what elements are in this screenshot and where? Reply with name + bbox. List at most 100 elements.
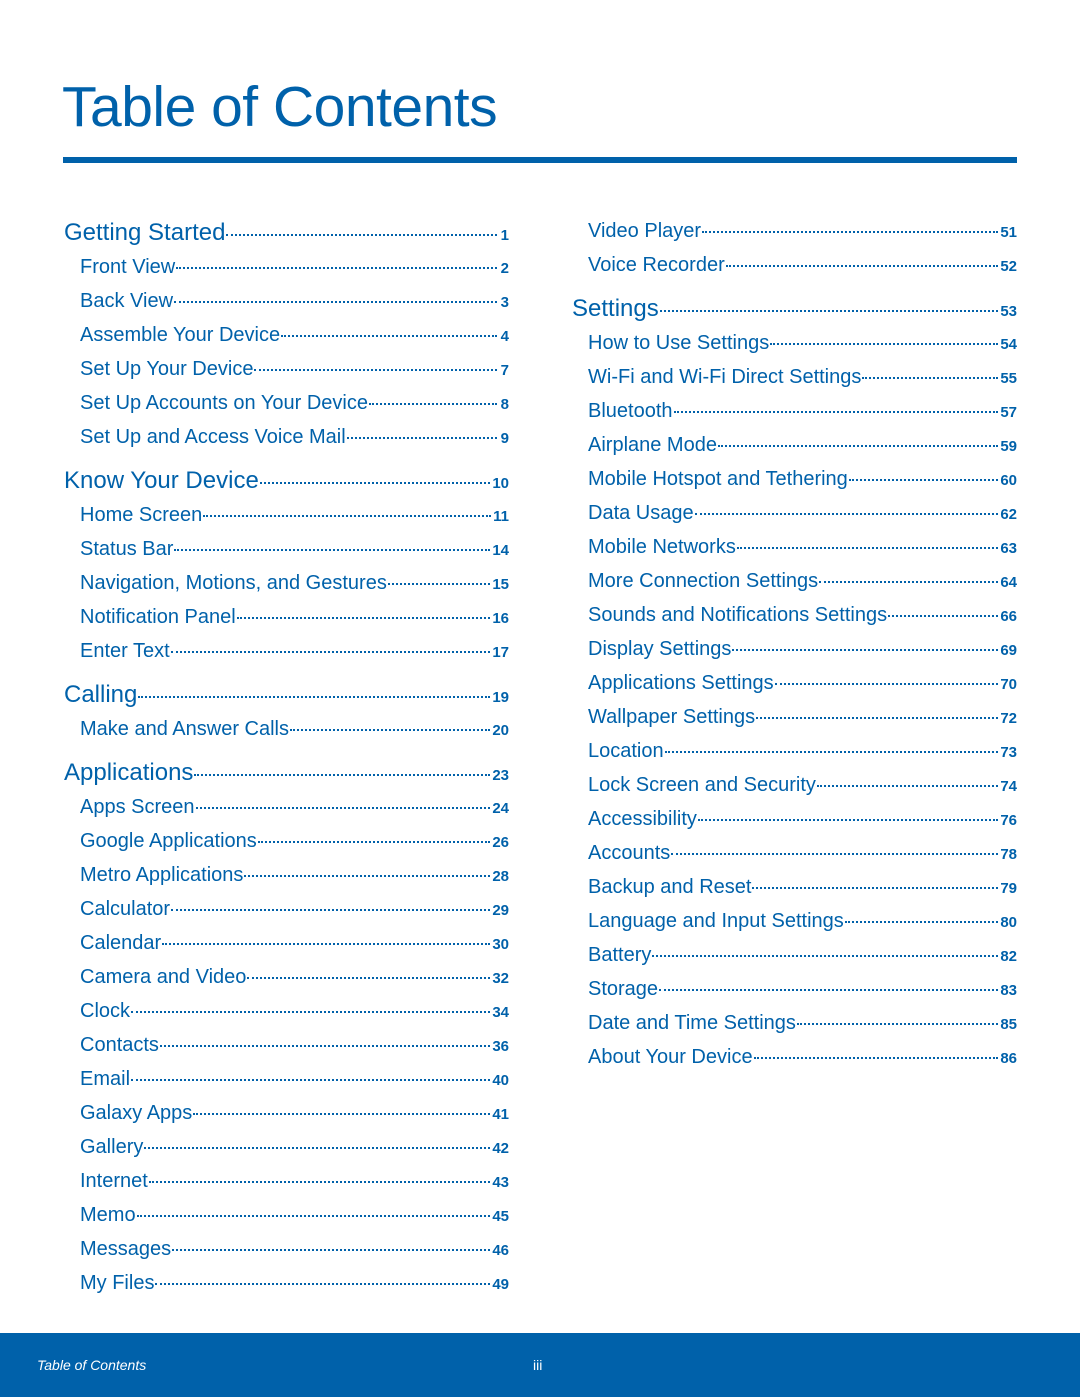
dot-leader xyxy=(195,807,491,809)
toc-entry[interactable]: Contacts 36 xyxy=(64,1028,509,1062)
dot-leader xyxy=(753,1057,999,1059)
toc-entry-label: Date and Time Settings xyxy=(588,1012,796,1034)
toc-entry-label: Home Screen xyxy=(80,504,203,526)
toc-section-entry[interactable]: Settings 53 xyxy=(572,291,1017,326)
toc-entry-label: Accounts xyxy=(588,842,671,864)
toc-entry[interactable]: Mobile Hotspot and Tethering 60 xyxy=(572,462,1017,496)
toc-entry[interactable]: Location 73 xyxy=(572,734,1017,768)
dot-leader xyxy=(172,1249,491,1251)
toc-entry-label: Memo xyxy=(80,1204,136,1226)
toc-entry[interactable]: Data Usage 62 xyxy=(572,496,1017,530)
toc-entry-page: 42 xyxy=(492,1140,509,1157)
dot-leader xyxy=(387,583,491,585)
toc-entry[interactable]: Assemble Your Device 4 xyxy=(64,318,509,352)
toc-entry[interactable]: More Connection Settings 64 xyxy=(572,564,1017,598)
dot-leader xyxy=(244,875,491,877)
toc-entry[interactable]: Wallpaper Settings 72 xyxy=(572,700,1017,734)
toc-entry[interactable]: Camera and Video 32 xyxy=(64,960,509,994)
toc-entry[interactable]: Home Screen 11 xyxy=(64,498,509,532)
toc-entry[interactable]: Language and Input Settings 80 xyxy=(572,904,1017,938)
toc-section-entry[interactable]: Applications 23 xyxy=(64,755,509,790)
toc-entry[interactable]: Calculator 29 xyxy=(64,892,509,926)
toc-entry[interactable]: Calendar 30 xyxy=(64,926,509,960)
toc-entry-label: Set Up Your Device xyxy=(80,358,254,380)
dot-leader xyxy=(816,785,999,787)
toc-entry-page: 66 xyxy=(1000,608,1017,625)
toc-entry[interactable]: Front View 2 xyxy=(64,250,509,284)
toc-entry[interactable]: Bluetooth 57 xyxy=(572,394,1017,428)
dot-leader xyxy=(257,841,491,843)
toc-entry[interactable]: Display Settings 69 xyxy=(572,632,1017,666)
dot-leader xyxy=(702,231,999,233)
dot-leader xyxy=(170,651,491,653)
toc-entry[interactable]: Mobile Networks 63 xyxy=(572,530,1017,564)
toc-entry-page: 85 xyxy=(1000,1016,1017,1033)
toc-entry[interactable]: Status Bar 14 xyxy=(64,532,509,566)
toc-entry-page: 14 xyxy=(492,542,509,559)
footer-page-number: iii xyxy=(533,1357,543,1373)
toc-entry[interactable]: Apps Screen 24 xyxy=(64,790,509,824)
dot-leader xyxy=(697,819,999,821)
dot-leader xyxy=(694,513,999,515)
toc-entry-label: Email xyxy=(80,1068,131,1090)
dot-leader xyxy=(162,943,491,945)
toc-entry-label: Voice Recorder xyxy=(588,254,725,276)
toc-entry[interactable]: Accounts 78 xyxy=(572,836,1017,870)
toc-section-entry[interactable]: Know Your Device 10 xyxy=(64,463,509,498)
dot-leader xyxy=(226,234,497,236)
toc-entry-page: 40 xyxy=(492,1072,509,1089)
toc-entry[interactable]: Storage 83 xyxy=(572,972,1017,1006)
toc-entry[interactable]: Wi-Fi and Wi-Fi Direct Settings 55 xyxy=(572,360,1017,394)
toc-entry[interactable]: Date and Time Settings 85 xyxy=(572,1006,1017,1040)
toc-entry[interactable]: Back View 3 xyxy=(64,284,509,318)
toc-entry[interactable]: Set Up and Access Voice Mail 9 xyxy=(64,420,509,454)
toc-entry[interactable]: Backup and Reset 79 xyxy=(572,870,1017,904)
toc-entry[interactable]: Video Player 51 xyxy=(572,214,1017,248)
toc-entry[interactable]: Airplane Mode 59 xyxy=(572,428,1017,462)
toc-entry[interactable]: Battery 82 xyxy=(572,938,1017,972)
toc-entry[interactable]: Accessibility 76 xyxy=(572,802,1017,836)
toc-entry[interactable]: Google Applications 26 xyxy=(64,824,509,858)
toc-entry[interactable]: Set Up Your Device 7 xyxy=(64,352,509,386)
toc-section-entry[interactable]: Calling 19 xyxy=(64,677,509,712)
toc-entry-page: 86 xyxy=(1000,1050,1017,1067)
toc-entry-label: Set Up and Access Voice Mail xyxy=(80,426,346,448)
toc-entry[interactable]: Set Up Accounts on Your Device 8 xyxy=(64,386,509,420)
toc-section-entry[interactable]: Getting Started 1 xyxy=(64,215,509,250)
toc-entry[interactable]: Notification Panel 16 xyxy=(64,600,509,634)
dot-leader xyxy=(131,1079,491,1081)
toc-entry[interactable]: About Your Device 86 xyxy=(572,1040,1017,1074)
dot-leader xyxy=(194,774,491,776)
dot-leader xyxy=(203,515,492,517)
toc-entry-page: 20 xyxy=(492,722,509,739)
toc-entry[interactable]: Gallery 42 xyxy=(64,1130,509,1164)
toc-entry-label: Galaxy Apps xyxy=(80,1102,193,1124)
toc-entry-label: Messages xyxy=(80,1238,172,1260)
toc-entry[interactable]: Enter Text 17 xyxy=(64,634,509,668)
toc-entry[interactable]: Make and Answer Calls 20 xyxy=(64,712,509,746)
toc-entry[interactable]: Memo 45 xyxy=(64,1198,509,1232)
toc-entry[interactable]: Voice Recorder 52 xyxy=(572,248,1017,282)
toc-entry[interactable]: Applications Settings 70 xyxy=(572,666,1017,700)
toc-entry[interactable]: Galaxy Apps 41 xyxy=(64,1096,509,1130)
toc-entry[interactable]: Navigation, Motions, and Gestures 15 xyxy=(64,566,509,600)
toc-entry-page: 3 xyxy=(500,294,509,311)
dot-leader xyxy=(844,921,999,923)
toc-entry[interactable]: Lock Screen and Security 74 xyxy=(572,768,1017,802)
dot-leader xyxy=(155,1283,491,1285)
toc-entry[interactable]: Messages 46 xyxy=(64,1232,509,1266)
dot-leader xyxy=(281,335,497,337)
toc-entry[interactable]: How to Use Settings 54 xyxy=(572,326,1017,360)
toc-entry[interactable]: My Files 49 xyxy=(64,1266,509,1300)
toc-entry-page: 36 xyxy=(492,1038,509,1055)
toc-entry-page: 30 xyxy=(492,936,509,953)
toc-entry-label: Internet xyxy=(80,1170,148,1192)
toc-entry[interactable]: Internet 43 xyxy=(64,1164,509,1198)
toc-entry[interactable]: Sounds and Notifications Settings 66 xyxy=(572,598,1017,632)
toc-entry[interactable]: Clock 34 xyxy=(64,994,509,1028)
dot-leader xyxy=(736,547,999,549)
toc-entry[interactable]: Metro Applications 28 xyxy=(64,858,509,892)
toc-entry[interactable]: Email 40 xyxy=(64,1062,509,1096)
dot-leader xyxy=(289,729,491,731)
toc-entry-label: Mobile Networks xyxy=(588,536,736,558)
